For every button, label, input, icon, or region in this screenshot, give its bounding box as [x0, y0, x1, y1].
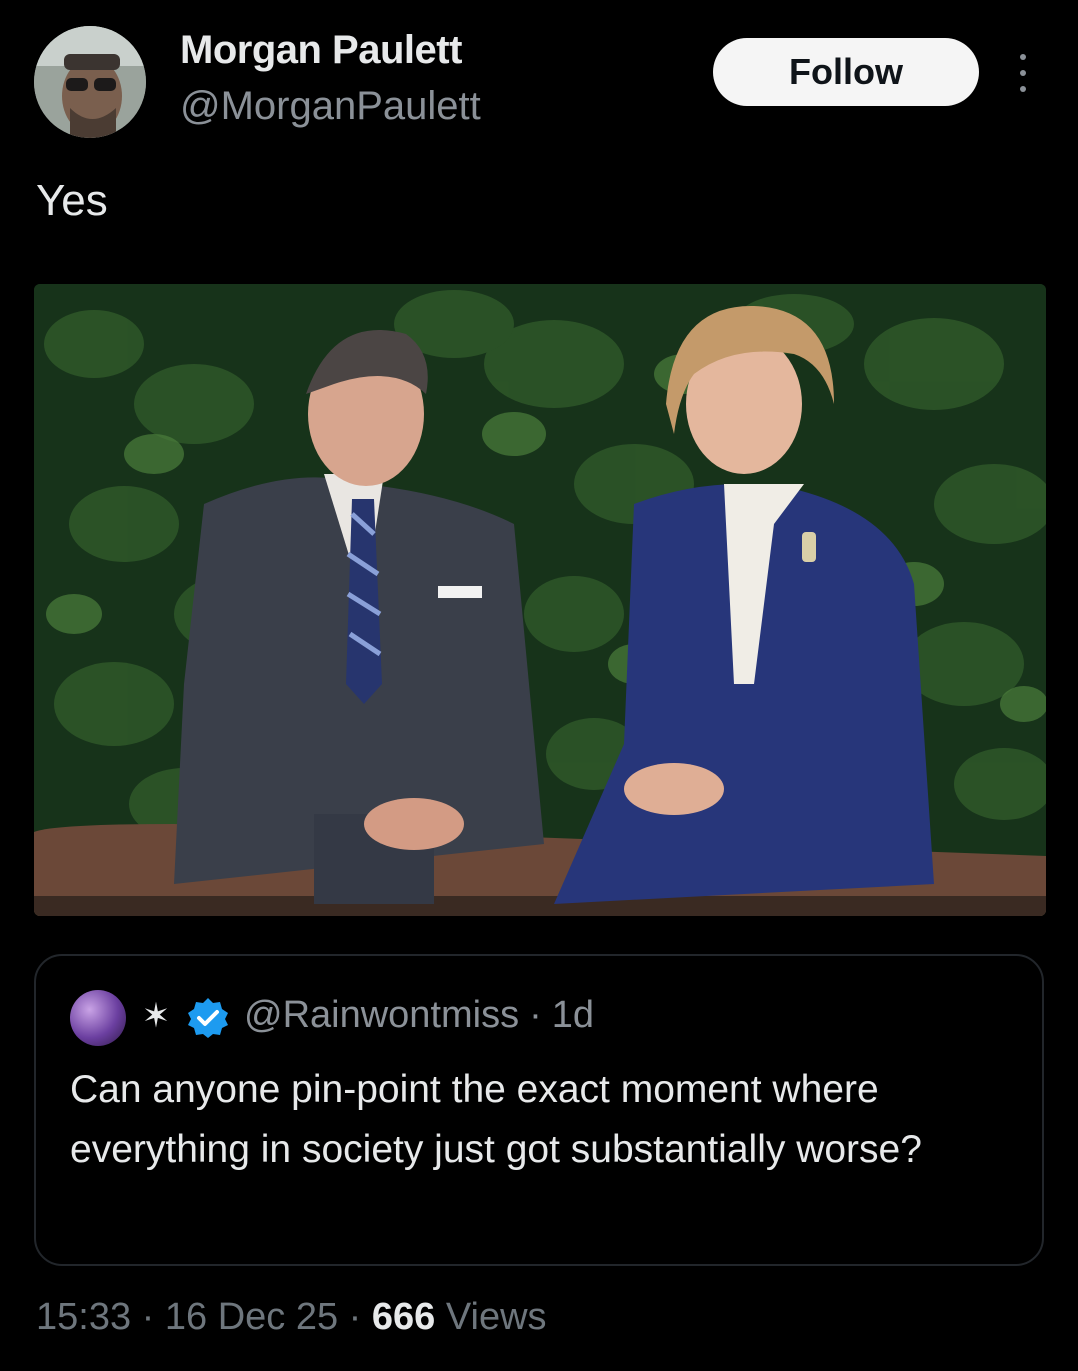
tweet-date[interactable]: 16 Dec 25 — [165, 1296, 338, 1338]
tweet-photo[interactable] — [34, 284, 1046, 916]
quoted-handle-text[interactable]: @Rainwontmiss — [244, 994, 519, 1036]
quoted-tweet-age: 1d — [551, 994, 595, 1036]
separator-dot: · — [529, 994, 542, 1036]
views-count[interactable]: 666 — [372, 1296, 435, 1338]
verified-badge-icon — [186, 996, 230, 1040]
quoted-author-handle[interactable]: @Rainwontmiss · 1d — [244, 994, 594, 1037]
quoted-author-avatar[interactable] — [70, 990, 126, 1046]
views-label: Views — [445, 1296, 547, 1338]
separator-dot: · — [348, 1296, 362, 1338]
author-handle[interactable]: @MorganPaulett — [180, 84, 481, 129]
separator-dot: · — [141, 1296, 155, 1338]
star-icon: ✶ — [141, 997, 171, 1035]
tweet-metadata: 15:33 · 16 Dec 25 · 666 Views — [36, 1296, 547, 1339]
more-vertical-icon[interactable] — [1005, 50, 1041, 96]
tweet-time[interactable]: 15:33 — [36, 1296, 131, 1338]
author-name[interactable]: Morgan Paulett — [180, 28, 462, 73]
quoted-tweet[interactable]: ✶ @Rainwontmiss · 1d Can anyone pin-point … — [34, 954, 1044, 1266]
tweet-text: Yes — [36, 176, 108, 225]
author-avatar[interactable] — [34, 26, 146, 138]
follow-button[interactable]: Follow — [713, 38, 979, 106]
quoted-tweet-text: Can anyone pin-point the exact moment wh… — [70, 1068, 922, 1171]
